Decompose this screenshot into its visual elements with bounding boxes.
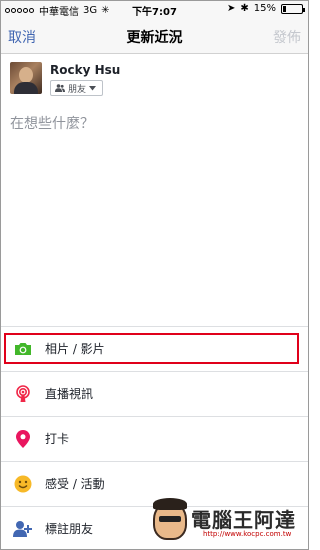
status-bar: 中華電信 3G ✳ 下午7:07 ➤ ✱ 15%: [0, 0, 309, 18]
battery-icon: [281, 3, 305, 14]
live-video-icon: [13, 384, 33, 404]
watermark: 電腦王阿達 http://www.kocpc.com.tw: [153, 498, 303, 544]
option-label: 相片 / 影片: [45, 342, 105, 356]
status-right: ➤ ✱ 15%: [226, 3, 305, 14]
chevron-down-icon: [89, 85, 97, 90]
post-button[interactable]: 發佈: [273, 27, 301, 47]
option-live-video[interactable]: 直播視訊: [0, 371, 309, 416]
page-title: 更新近況: [126, 30, 183, 46]
watermark-url: http://www.kocpc.com.tw: [203, 530, 292, 538]
watermark-mascot-icon: [153, 498, 187, 540]
friends-icon: [55, 84, 65, 92]
avatar[interactable]: [10, 62, 42, 94]
composer-header: Rocky Hsu 朋友: [10, 62, 300, 102]
option-photo-video[interactable]: 相片 / 影片: [0, 326, 309, 371]
option-check-in[interactable]: 打卡: [0, 416, 309, 461]
smiley-icon: [13, 474, 33, 494]
nav-bar: 取消 更新近況 發佈: [0, 18, 309, 54]
battery-percent: 15%: [253, 3, 276, 14]
camera-icon: [13, 339, 33, 359]
option-label: 打卡: [45, 432, 70, 446]
option-label: 感受 / 活動: [45, 477, 105, 491]
user-name: Rocky Hsu: [50, 63, 121, 77]
bluetooth-icon: ✱: [240, 3, 249, 14]
location-pin-icon: [13, 429, 33, 449]
location-arrow-icon: ➤: [226, 3, 236, 14]
audience-label: 朋友: [68, 84, 87, 95]
post-text-input[interactable]: 在想些什麼？: [10, 113, 300, 313]
option-label: 直播視訊: [45, 387, 94, 401]
option-label: 標註朋友: [45, 522, 94, 536]
audience-selector[interactable]: 朋友: [50, 80, 104, 96]
tag-people-icon: [13, 519, 33, 539]
watermark-logo: 電腦王阿達: [191, 508, 296, 532]
